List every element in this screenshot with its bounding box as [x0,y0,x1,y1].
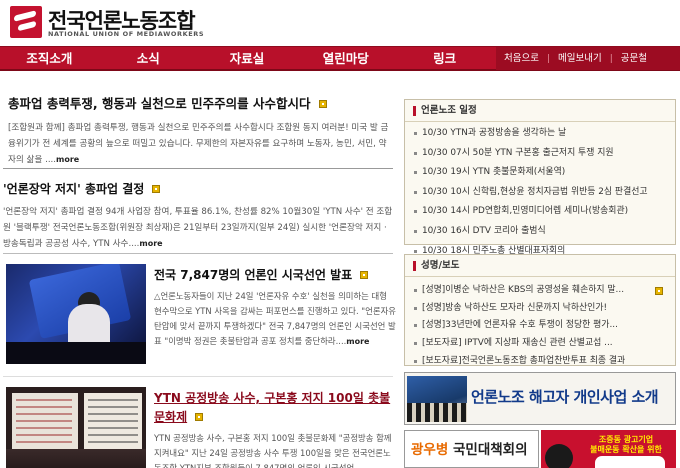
utility-nav: 처음으로 | 메일보내기 | 공문철 [496,47,680,70]
list-item[interactable]: 10/30 YTN과 공정방송을 생각하는 날 [405,124,675,144]
feature-article: 전국 7,847명의 언론인 시국선언 발표 △언론노동자들이 지난 24일 '… [6,264,396,368]
headline-article: 총파업 총력투쟁, 행동과 실천으로 민주주의를 사수합시다 [조합원과 함께]… [8,93,393,169]
section-marker-icon [413,261,416,271]
second-article: '언론장악 저지' 총파업 결정 '언론장악 저지' 총파업 결정 94개 사업… [3,178,395,253]
list-item[interactable]: 10/30 07시 50분 YTN 구본홍 출근저지 투쟁 지원 [405,144,675,164]
new-badge-icon [318,99,327,108]
mad-cow-committee-banner[interactable]: 광우병 국민대책회의 [404,430,539,468]
second-article-title[interactable]: '언론장악 저지' 총파업 결정 [3,182,144,196]
press-list: [성명]이병순 낙하산은 KBS의 공영성을 훼손하지 말... [성명]방송 … [405,277,675,371]
list-item[interactable]: [성명]33년만에 언론자유 수호 투쟁이 정당한 평가... [405,317,675,335]
more-link[interactable]: more [346,337,369,346]
campaign-banners: 광우병 국민대책회의 조중동 광고기업 불매운동 확산을 위한 [404,430,676,468]
nav-item-news[interactable]: 소식 [99,47,198,70]
headline-title[interactable]: 총파업 총력투쟁, 행동과 실천으로 민주주의를 사수합시다 [8,96,311,111]
feature-article: YTN 공정방송 사수, 구본홍 저지 100일 촛불문화제 YTN 공정방송 … [6,387,396,468]
banner-text: 언론노조 해고자 개인사업 소개 [471,388,659,406]
press-title[interactable]: 성명/보도 [421,255,459,277]
list-item[interactable]: [보도자료] IPTV에 지상파 재송신 관련 산별교섭 ... [405,335,675,353]
section-divider [3,168,393,169]
nav-item-links[interactable]: 링크 [395,47,494,70]
list-item[interactable]: [성명]이병순 낙하산은 KBS의 공영성을 훼손하지 말... [405,282,675,300]
list-item[interactable]: 10/30 19시 YTN 촛불문화제(서울역) [405,163,675,183]
press-header: 성명/보도 [405,255,675,277]
nav-item-forum[interactable]: 열린마당 [296,47,395,70]
dismissed-workers-banner[interactable]: 언론노조 해고자 개인사업 소개 [404,372,676,425]
schedule-header: 언론노조 일정 [405,100,675,122]
new-badge-icon [655,287,663,295]
headline-body: [조합원과 함께] 총파업 총력투쟁, 행동과 실천으로 민주주의를 사수합시다… [8,123,389,165]
nav-item-archive[interactable]: 자료실 [198,47,297,70]
official-docs-link[interactable]: 공문철 [613,47,655,70]
send-mail-link[interactable]: 메일보내기 [550,47,610,70]
list-item[interactable]: 10/30 14시 PD연합회,민영미디어렙 세미나(방송회관) [405,202,675,222]
list-item[interactable]: 10/30 10시 신학림,현상윤 정치자금법 위반등 2심 판결선고 [405,183,675,203]
feature-photo-candlelight[interactable] [6,387,146,468]
feature-text: 전국 7,847명의 언론인 시국선언 발표 △언론노동자들이 지난 24일 '… [154,264,396,349]
feature-title[interactable]: YTN 공정방송 사수, 구본홍 저지 100일 촛불문화제 [154,391,390,424]
schedule-box: 언론노조 일정 10/30 YTN과 공정방송을 생각하는 날 10/30 07… [404,99,676,256]
list-item[interactable]: [보도자료]전국언론노동조합 총파업찬반투표 최종 결과 [405,353,675,371]
second-article-body: '언론장악 저지' 총파업 결정 94개 사업장 참여, 투표율 86.1%, … [3,207,393,249]
new-badge-icon [195,412,204,421]
press-box: 성명/보도 [성명]이병순 낙하산은 KBS의 공영성을 훼손하지 말... [… [404,254,676,366]
more-link[interactable]: more [139,239,162,248]
schedule-list: 10/30 YTN과 공정방송을 생각하는 날 10/30 07시 50분 YT… [405,122,675,261]
feature-text: YTN 공정방송 사수, 구본홍 저지 100일 촛불문화제 YTN 공정방송 … [154,387,396,468]
feature-photo-banner[interactable] [6,264,146,364]
section-marker-icon [413,106,416,116]
union-logo-icon[interactable] [10,6,42,38]
more-link[interactable]: more [56,155,79,164]
avatar [545,444,573,468]
main-nav-menu: 조직소개 소식 자료실 열린마당 링크 [0,47,494,70]
new-badge-icon [360,270,369,279]
feature-title[interactable]: 전국 7,847명의 언론인 시국선언 발표 [154,268,352,282]
logo-subtitle: NATIONAL UNION OF MEDIAWORKERS [48,30,205,38]
site-header: 전국언론노동조합 NATIONAL UNION OF MEDIAWORKERS [0,0,680,46]
list-item[interactable]: [성명]방송 낙하산도 모자라 신문까지 낙하산인가! [405,300,675,318]
main-nav: 조직소개 소식 자료실 열린마당 링크 처음으로 | 메일보내기 | 공문철 [0,46,680,71]
feature-body: YTN 공정방송 사수, 구본홍 저지 100일 촛불문화제 "공정방송 함께 … [154,433,392,468]
nav-item-about[interactable]: 조직소개 [0,47,99,70]
section-divider [3,253,393,254]
list-item[interactable]: 10/30 16시 DTV 코리아 출범식 [405,222,675,242]
new-badge-icon [152,184,161,193]
news-column: 총파업 총력투쟁, 행동과 실천으로 민주주의를 사수합시다 [조합원과 함께]… [0,71,398,468]
section-divider [3,376,393,377]
schedule-title[interactable]: 언론노조 일정 [421,100,477,122]
boycott-campaign-banner[interactable]: 조중동 광고기업 불매운동 확산을 위한 [541,430,676,468]
home-link[interactable]: 처음으로 [496,47,547,70]
feature-body: △언론노동자들이 지난 24일 '언론자유 수호' 실천을 의미하는 대형 현수… [154,291,396,346]
